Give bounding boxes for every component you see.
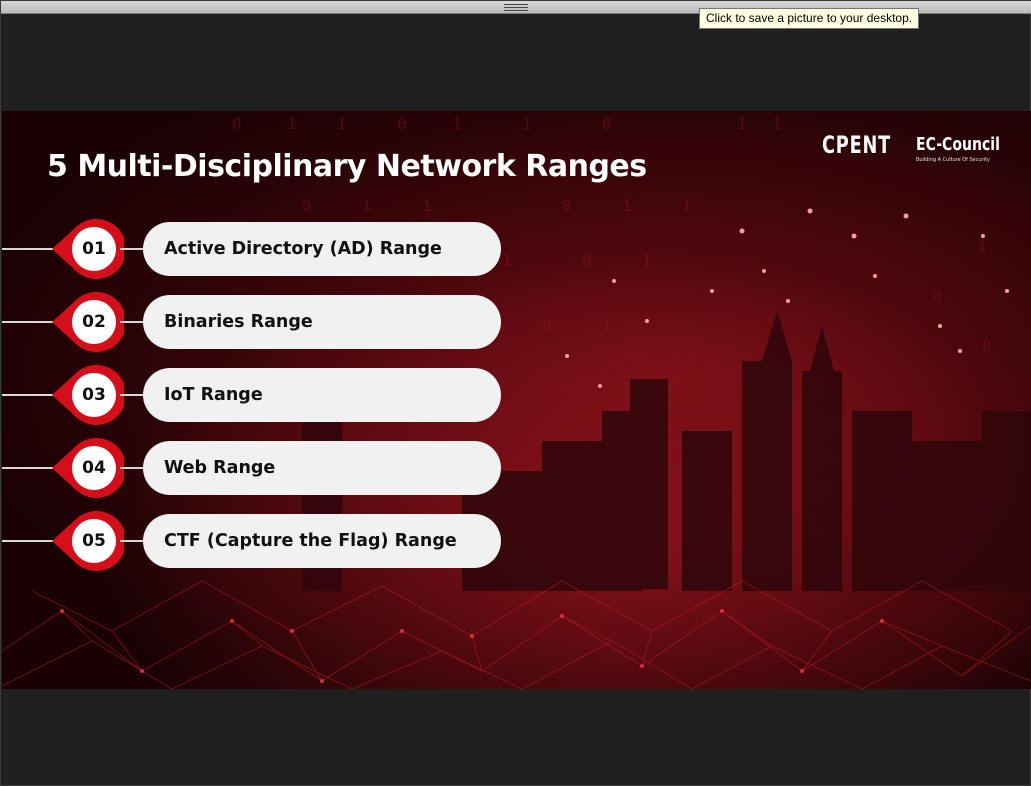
svg-text:0: 0 xyxy=(542,316,552,335)
svg-text:1: 1 xyxy=(337,114,347,133)
save-picture-tooltip: Click to save a picture to your desktop. xyxy=(699,8,920,29)
range-pill: CTF (Capture the Flag) Range xyxy=(143,514,501,568)
cpent-logo: CPENT xyxy=(822,133,904,169)
ec-council-tagline: Building A Culture Of Security xyxy=(916,157,990,163)
range-label: CTF (Capture the Flag) Range xyxy=(164,531,457,551)
range-number: 02 xyxy=(72,300,116,344)
range-number: 04 xyxy=(72,446,116,490)
svg-text:1: 1 xyxy=(422,196,432,215)
cpent-wordmark: CPENT xyxy=(822,131,892,159)
svg-text:1: 1 xyxy=(737,114,747,133)
svg-text:1: 1 xyxy=(772,114,782,133)
svg-text:0: 0 xyxy=(302,196,312,215)
svg-text:1: 1 xyxy=(602,316,612,335)
range-label: Web Range xyxy=(164,458,276,478)
svg-text:0: 0 xyxy=(397,114,407,133)
svg-text:0: 0 xyxy=(582,251,592,270)
range-label: Active Directory (AD) Range xyxy=(164,239,442,259)
ec-council-wordmark: EC-Council xyxy=(916,134,1000,155)
range-item-03: 03 IoT Range xyxy=(2,365,522,425)
image-viewer-window: Click to save a picture to your desktop. xyxy=(0,0,1031,786)
svg-text:0: 0 xyxy=(232,114,242,133)
range-pill: Web Range xyxy=(143,441,501,495)
svg-text:0: 0 xyxy=(932,286,942,305)
range-pill: Binaries Range xyxy=(143,295,501,349)
svg-text:1: 1 xyxy=(977,236,987,255)
range-number: 01 xyxy=(72,227,116,271)
range-number: 03 xyxy=(72,373,116,417)
svg-text:0: 0 xyxy=(602,114,612,133)
ec-council-logo: EC-Council Building A Culture Of Securit… xyxy=(916,135,1016,169)
range-item-05: 05 CTF (Capture the Flag) Range xyxy=(2,511,522,571)
range-item-04: 04 Web Range xyxy=(2,438,522,498)
range-pill: Active Directory (AD) Range xyxy=(143,222,501,276)
range-pill: IoT Range xyxy=(143,368,501,422)
svg-text:1: 1 xyxy=(622,196,632,215)
svg-text:0: 0 xyxy=(982,336,992,355)
range-item-02: 02 Binaries Range xyxy=(2,292,522,352)
svg-text:1: 1 xyxy=(522,114,532,133)
range-number: 05 xyxy=(72,519,116,563)
svg-text:1: 1 xyxy=(287,114,297,133)
svg-text:1: 1 xyxy=(362,196,372,215)
range-item-01: 01 Active Directory (AD) Range xyxy=(2,219,522,279)
svg-text:1: 1 xyxy=(642,251,652,270)
drag-grip-icon[interactable] xyxy=(504,4,528,11)
svg-text:0: 0 xyxy=(562,196,572,215)
slide-image[interactable]: 011 011 011 011 011 101 010 10 5 Multi-D… xyxy=(2,111,1031,689)
svg-text:1: 1 xyxy=(452,114,462,133)
svg-text:1: 1 xyxy=(682,196,692,215)
slide-title: 5 Multi-Disciplinary Network Ranges xyxy=(47,149,647,184)
range-label: Binaries Range xyxy=(164,312,313,332)
range-label: IoT Range xyxy=(164,385,263,405)
